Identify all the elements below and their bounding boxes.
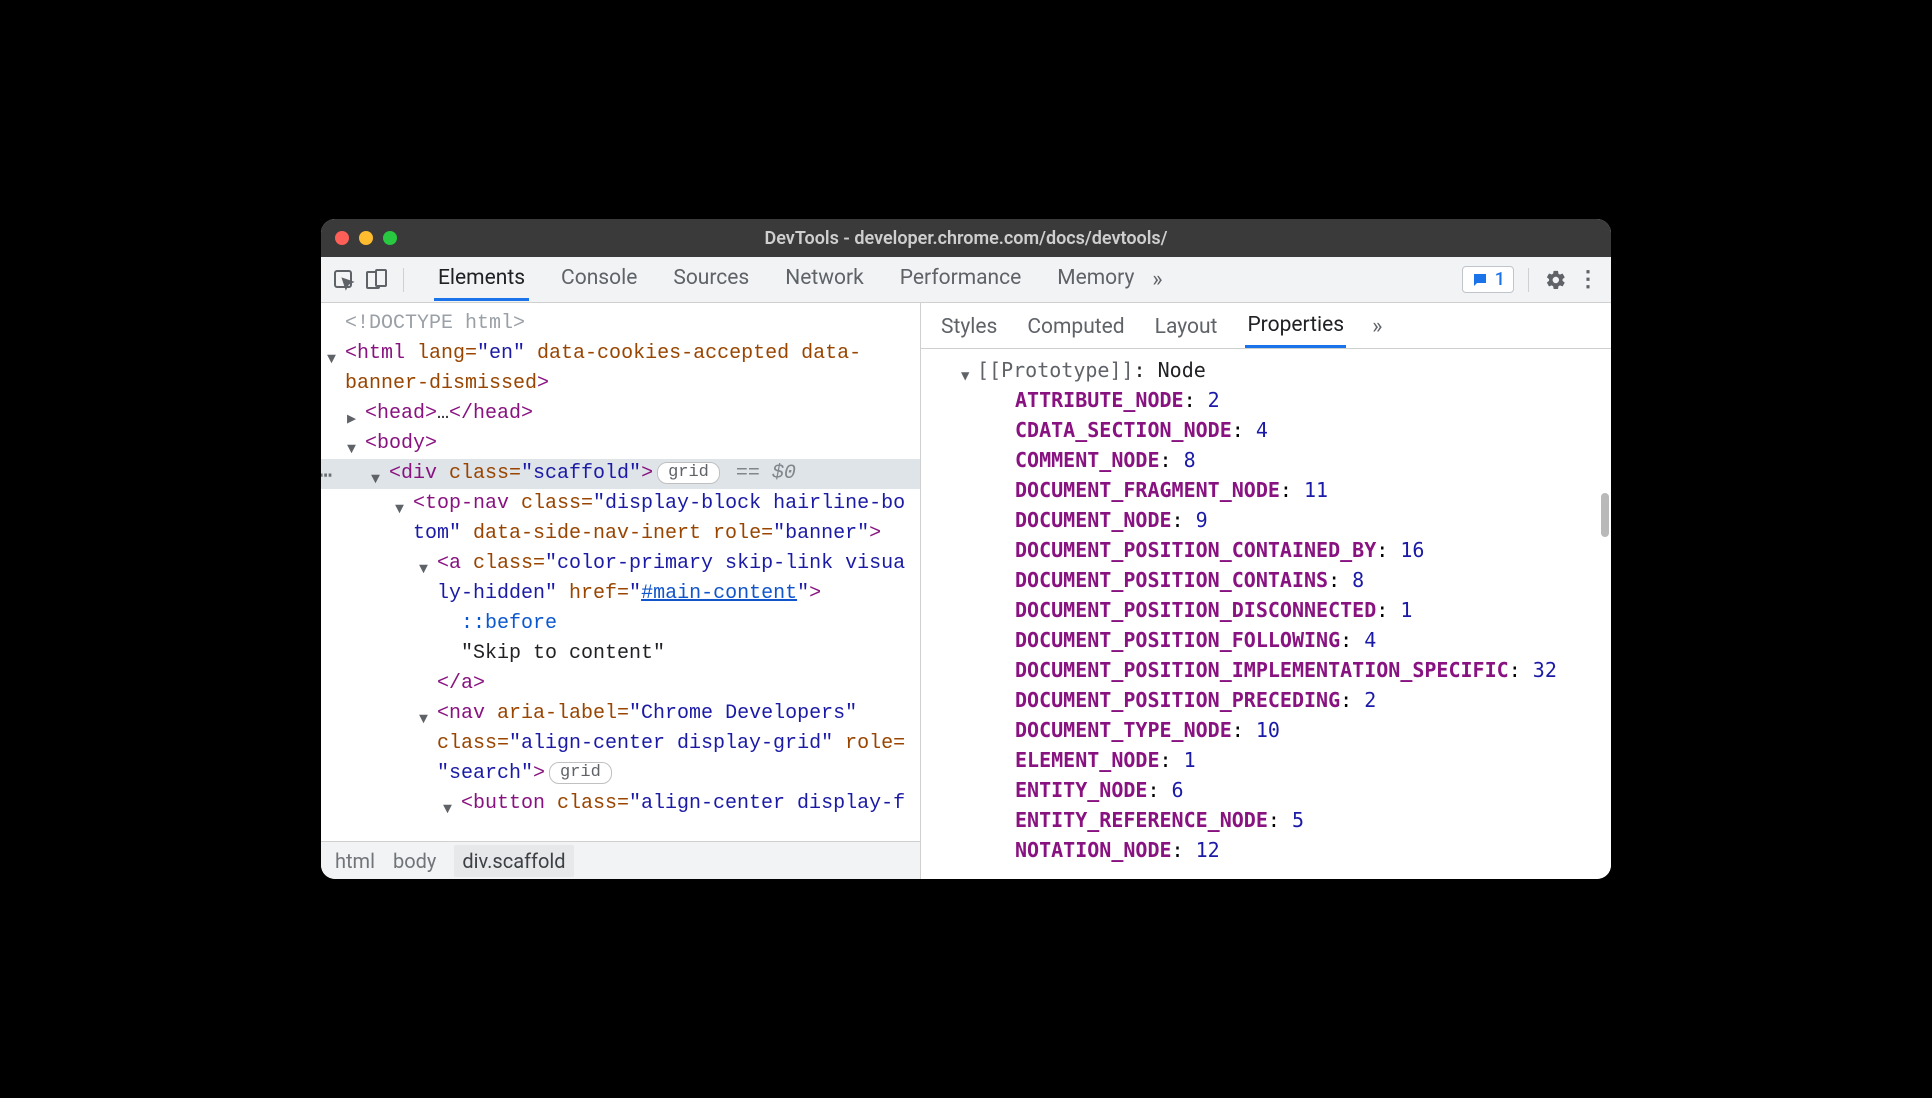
dom-skip-text[interactable]: "Skip to content" bbox=[321, 639, 920, 669]
dom-nav[interactable]: <nav aria-label="Chrome Developers" bbox=[321, 699, 920, 729]
issues-badge[interactable]: 1 bbox=[1462, 266, 1514, 293]
dom-nav-3[interactable]: "search">grid bbox=[321, 759, 920, 789]
property-row[interactable]: DOCUMENT_POSITION_FOLLOWING: 4 bbox=[921, 625, 1611, 655]
property-row[interactable]: DOCUMENT_NODE: 9 bbox=[921, 505, 1611, 535]
dom-a[interactable]: <a class="color-primary skip-link visua bbox=[321, 549, 920, 579]
close-button[interactable] bbox=[335, 231, 349, 245]
dom-doctype[interactable]: <!DOCTYPE html> bbox=[321, 309, 920, 339]
property-row[interactable]: ENTITY_NODE: 6 bbox=[921, 775, 1611, 805]
inspect-icon[interactable] bbox=[331, 267, 357, 293]
grid-badge[interactable]: grid bbox=[657, 462, 720, 484]
dom-topnav[interactable]: <top-nav class="display-block hairline-b… bbox=[321, 489, 920, 519]
divider bbox=[1528, 268, 1529, 292]
dom-head[interactable]: <head>…</head> bbox=[321, 399, 920, 429]
minimize-button[interactable] bbox=[359, 231, 373, 245]
dom-a-close[interactable]: </a> bbox=[321, 669, 920, 699]
main-tabs: Elements Console Sources Network Performance… bbox=[434, 258, 1138, 301]
property-row[interactable]: DOCUMENT_POSITION_CONTAINS: 8 bbox=[921, 565, 1611, 595]
breadcrumb-item[interactable]: html bbox=[335, 849, 375, 873]
property-row[interactable]: DOCUMENT_POSITION_CONTAINED_BY: 16 bbox=[921, 535, 1611, 565]
breadcrumb: html body div.scaffold bbox=[321, 841, 920, 879]
divider bbox=[403, 268, 404, 292]
kebab-menu-icon[interactable]: ⋮ bbox=[1575, 267, 1601, 293]
properties-list[interactable]: ▼[[Prototype]]: Node ATTRIBUTE_NODE: 2CD… bbox=[921, 349, 1611, 879]
dom-before[interactable]: ::before bbox=[321, 609, 920, 639]
breadcrumb-item[interactable]: div.scaffold bbox=[454, 845, 573, 877]
property-row[interactable]: DOCUMENT_POSITION_IMPLEMENTATION_SPECIFI… bbox=[921, 655, 1611, 685]
dom-button[interactable]: <button class="align-center display-f bbox=[321, 789, 920, 819]
dom-topnav-2[interactable]: tom" data-side-nav-inert role="banner"> bbox=[321, 519, 920, 549]
property-row[interactable]: DOCUMENT_POSITION_PRECEDING: 2 bbox=[921, 685, 1611, 715]
dom-a-2[interactable]: ly-hidden" href="#main-content"> bbox=[321, 579, 920, 609]
property-row[interactable]: DOCUMENT_POSITION_DISCONNECTED: 1 bbox=[921, 595, 1611, 625]
dom-nav-2[interactable]: class="align-center display-grid" role= bbox=[321, 729, 920, 759]
grid-badge[interactable]: grid bbox=[549, 762, 612, 784]
settings-icon[interactable] bbox=[1543, 267, 1569, 293]
property-row[interactable]: ATTRIBUTE_NODE: 2 bbox=[921, 385, 1611, 415]
traffic-lights bbox=[335, 231, 397, 245]
tab-console[interactable]: Console bbox=[557, 258, 641, 301]
device-toggle-icon[interactable] bbox=[363, 267, 389, 293]
message-icon bbox=[1471, 271, 1489, 289]
property-row[interactable]: DOCUMENT_TYPE_NODE: 10 bbox=[921, 715, 1611, 745]
side-tab-styles[interactable]: Styles bbox=[939, 307, 999, 347]
tab-elements[interactable]: Elements bbox=[434, 258, 529, 301]
property-row[interactable]: ENTITY_REFERENCE_NODE: 5 bbox=[921, 805, 1611, 835]
property-row[interactable]: CDATA_SECTION_NODE: 4 bbox=[921, 415, 1611, 445]
maximize-button[interactable] bbox=[383, 231, 397, 245]
issues-count: 1 bbox=[1495, 269, 1505, 290]
tab-network[interactable]: Network bbox=[781, 258, 868, 301]
content-split: <!DOCTYPE html> <html lang="en" data-coo… bbox=[321, 303, 1611, 879]
more-side-tabs-icon[interactable]: » bbox=[1372, 314, 1382, 339]
property-row[interactable]: DOCUMENT_FRAGMENT_NODE: 11 bbox=[921, 475, 1611, 505]
property-row[interactable]: ELEMENT_NODE: 1 bbox=[921, 745, 1611, 775]
dom-tree[interactable]: <!DOCTYPE html> <html lang="en" data-coo… bbox=[321, 303, 920, 841]
dom-body[interactable]: <body> bbox=[321, 429, 920, 459]
devtools-window: DevTools - developer.chrome.com/docs/dev… bbox=[321, 219, 1611, 879]
dom-html-open-2[interactable]: banner-dismissed> bbox=[321, 369, 920, 399]
titlebar: DevTools - developer.chrome.com/docs/dev… bbox=[321, 219, 1611, 257]
more-tabs-icon[interactable]: » bbox=[1144, 267, 1170, 293]
dom-div-scaffold[interactable]: <div class="scaffold">grid == $0 bbox=[321, 459, 920, 489]
window-title: DevTools - developer.chrome.com/docs/dev… bbox=[321, 228, 1611, 249]
breadcrumb-item[interactable]: body bbox=[393, 849, 436, 873]
dom-html-open[interactable]: <html lang="en" data-cookies-accepted da… bbox=[321, 339, 920, 369]
side-tab-properties[interactable]: Properties bbox=[1245, 305, 1346, 348]
property-row[interactable]: NOTATION_NODE: 12 bbox=[921, 835, 1611, 865]
scrollbar-thumb[interactable] bbox=[1601, 493, 1609, 537]
prototype-row[interactable]: ▼[[Prototype]]: Node bbox=[921, 355, 1611, 385]
main-toolbar: Elements Console Sources Network Performance… bbox=[321, 257, 1611, 303]
side-tab-layout[interactable]: Layout bbox=[1153, 307, 1220, 347]
property-row[interactable]: COMMENT_NODE: 8 bbox=[921, 445, 1611, 475]
tab-performance[interactable]: Performance bbox=[896, 258, 1025, 301]
tab-memory[interactable]: Memory bbox=[1053, 258, 1138, 301]
side-tabs: Styles Computed Layout Properties » bbox=[921, 303, 1611, 349]
side-panel: Styles Computed Layout Properties » ▼[[Proto… bbox=[921, 303, 1611, 879]
elements-panel: <!DOCTYPE html> <html lang="en" data-coo… bbox=[321, 303, 921, 879]
tab-sources[interactable]: Sources bbox=[669, 258, 753, 301]
side-tab-computed[interactable]: Computed bbox=[1025, 307, 1126, 347]
